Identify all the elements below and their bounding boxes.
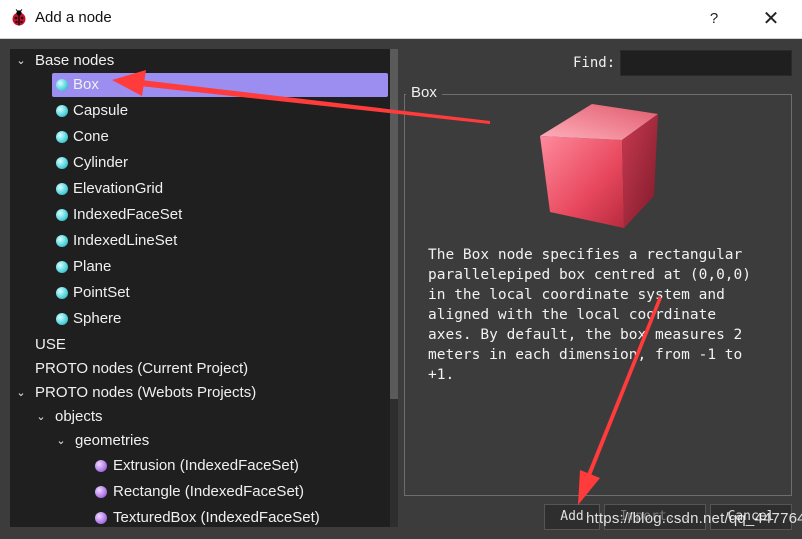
tree-item-cylinder[interactable]: Cylinder [10,151,390,175]
tree-item-label: TexturedBox (IndexedFaceSet) [113,509,320,526]
node-description: The Box node specifies a rectangular par… [428,247,752,383]
tree-item-label: PROTO nodes (Current Project) [35,360,249,377]
tree-item-texturedbox[interactable]: TexturedBox (IndexedFaceSet) [10,506,390,527]
cyan-sphere-icon [56,209,68,221]
tree-item-label: Box [73,76,99,93]
add-button[interactable]: Add [544,504,600,530]
tree-item-label: USE [35,336,66,353]
cyan-sphere-icon [56,157,68,169]
tree-item-plane[interactable]: Plane [10,255,390,279]
cyan-sphere-icon [56,131,68,143]
tree-item-label: PROTO nodes (Webots Projects) [35,384,257,401]
tree-item-elevationgrid[interactable]: ElevationGrid [10,177,390,201]
cyan-sphere-icon [56,261,68,273]
tree-item-label: objects [55,408,103,425]
box-preview-icon [540,104,658,228]
selection-highlight [52,73,388,97]
chevron-down-icon[interactable]: ⌄ [14,49,28,73]
tree-item-label: Capsule [73,102,129,119]
purple-sphere-icon [95,512,107,524]
cyan-sphere-icon [56,79,68,91]
tree-item-objects[interactable]: ⌄ objects [10,405,390,429]
tree-item-indexedlineset[interactable]: IndexedLineSet [10,229,390,253]
tree-item-extrusion[interactable]: Extrusion (IndexedFaceSet) [10,454,390,478]
window-title: Add a node [35,9,112,26]
cyan-sphere-icon [56,287,68,299]
cyan-sphere-icon [56,235,68,247]
title-bar: Add a node ? ✕ [0,0,802,39]
tree-item-box[interactable]: Box [10,73,390,97]
chevron-down-icon[interactable]: ⌄ [14,381,28,405]
tree-item-base-nodes[interactable]: ⌄ Base nodes [10,49,390,73]
tree-item-label: ElevationGrid [73,180,164,197]
tree-item-indexedfaceset[interactable]: IndexedFaceSet [10,203,390,227]
tree-item-label: Base nodes [35,52,115,69]
cyan-sphere-icon [56,183,68,195]
tree-item-geometries[interactable]: ⌄ geometries [10,429,390,453]
tree-item-capsule[interactable]: Capsule [10,99,390,123]
import-button[interactable]: Import... [604,504,706,530]
find-input[interactable] [620,50,792,76]
tree-item-label: Sphere [73,310,122,327]
tree-item-label: Rectangle (IndexedFaceSet) [113,483,304,500]
cyan-sphere-icon [56,105,68,117]
tree-item-label: PointSet [73,284,130,301]
tree-item-label: Cone [73,128,109,145]
tree-item-label: Extrusion (IndexedFaceSet) [113,457,299,474]
tree-item-label: IndexedLineSet [73,232,178,249]
tree-item-label: Cylinder [73,154,129,171]
tree-item-sphere[interactable]: Sphere [10,307,390,331]
tree-scrollbar-thumb[interactable] [390,49,398,399]
close-button[interactable]: ✕ [755,4,787,34]
tree-item-proto-webots-projects[interactable]: ⌄ PROTO nodes (Webots Projects) [10,381,390,405]
tree-item-rectangle[interactable]: Rectangle (IndexedFaceSet) [10,480,390,504]
tree-item-use[interactable]: USE [10,333,390,357]
help-button[interactable]: ? [700,5,728,33]
node-info-title: Box [406,84,442,101]
chevron-down-icon[interactable]: ⌄ [34,405,48,429]
tree-item-proto-current-project[interactable]: PROTO nodes (Current Project) [10,357,390,381]
cyan-sphere-icon [56,313,68,325]
purple-sphere-icon [95,486,107,498]
chevron-down-icon[interactable]: ⌄ [54,429,68,453]
purple-sphere-icon [95,460,107,472]
cancel-button[interactable]: Cancel [710,504,792,530]
tree-item-label: IndexedFaceSet [73,206,183,223]
node-tree[interactable]: ⌄ Base nodes Box Capsule Cone Cylinder E… [10,49,390,527]
tree-item-cone[interactable]: Cone [10,125,390,149]
tree-item-pointset[interactable]: PointSet [10,281,390,305]
tree-item-label: Plane [73,258,112,275]
find-label: Find: [573,55,616,71]
ladybug-icon [12,9,26,26]
tree-item-label: geometries [75,432,150,449]
